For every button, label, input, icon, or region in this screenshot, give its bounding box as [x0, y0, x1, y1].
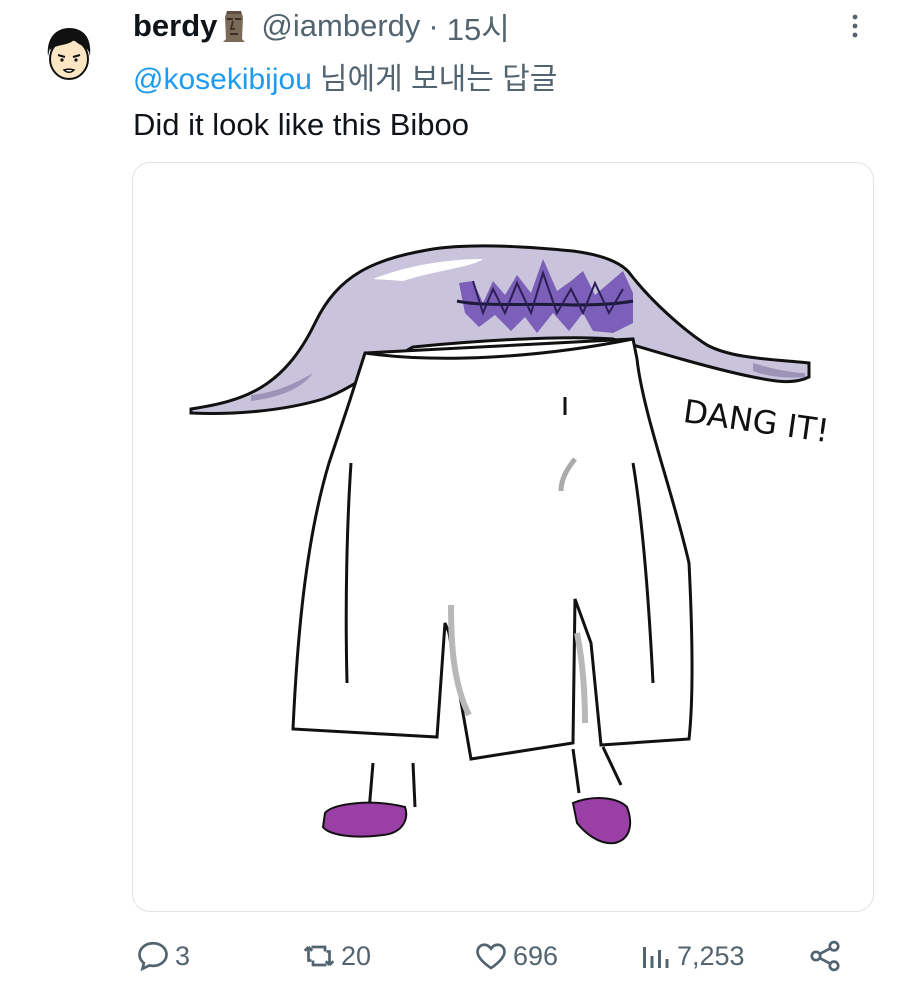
retweet-icon — [303, 945, 335, 967]
reply-mention-link[interactable]: @kosekibijou — [133, 63, 312, 96]
timestamp[interactable]: 15시 — [447, 4, 510, 49]
retweet-count: 20 — [341, 940, 372, 971]
separator-dot: · — [428, 8, 439, 43]
left-shoe — [321, 801, 408, 838]
reply-context: @kosekibijou 님에게 보내는 답글 — [133, 54, 557, 98]
share-button[interactable] — [807, 932, 843, 980]
drawing-text: DANG IT! — [681, 392, 832, 450]
tweet-action-bar: 3 20 696 7,253 — [133, 932, 873, 980]
biboo-drawing: DANG IT! — [189, 244, 832, 845]
tweet-text: Did it look like this Biboo — [133, 107, 469, 142]
heart-icon — [476, 943, 506, 970]
right-shoe — [571, 797, 632, 845]
view-count: 7,253 — [677, 940, 745, 971]
tweet-header: berdy @iamberdy · 15시 — [133, 4, 510, 49]
like-button[interactable]: 696 — [473, 932, 558, 980]
author-handle[interactable]: @iamberdy — [261, 8, 420, 44]
cartoon-face-avatar-icon — [38, 22, 100, 84]
more-vertical-icon — [852, 14, 858, 38]
tweet-media-image[interactable]: DANG IT! — [132, 162, 874, 912]
retweet-button[interactable]: 20 — [301, 932, 371, 980]
moai-icon — [221, 9, 247, 43]
views-button[interactable]: 7,253 — [637, 932, 745, 980]
share-icon — [810, 940, 840, 972]
reply-count: 3 — [175, 940, 191, 971]
like-count: 696 — [513, 940, 559, 971]
more-options-button[interactable] — [842, 12, 868, 42]
author-name[interactable]: berdy — [133, 8, 217, 44]
reply-context-label: 님에게 보내는 답글 — [319, 63, 558, 96]
reply-button[interactable]: 3 — [135, 932, 190, 980]
avatar[interactable] — [38, 22, 100, 84]
reply-icon — [138, 941, 168, 972]
dress-shape — [291, 337, 694, 761]
bar-chart-icon — [643, 947, 669, 968]
